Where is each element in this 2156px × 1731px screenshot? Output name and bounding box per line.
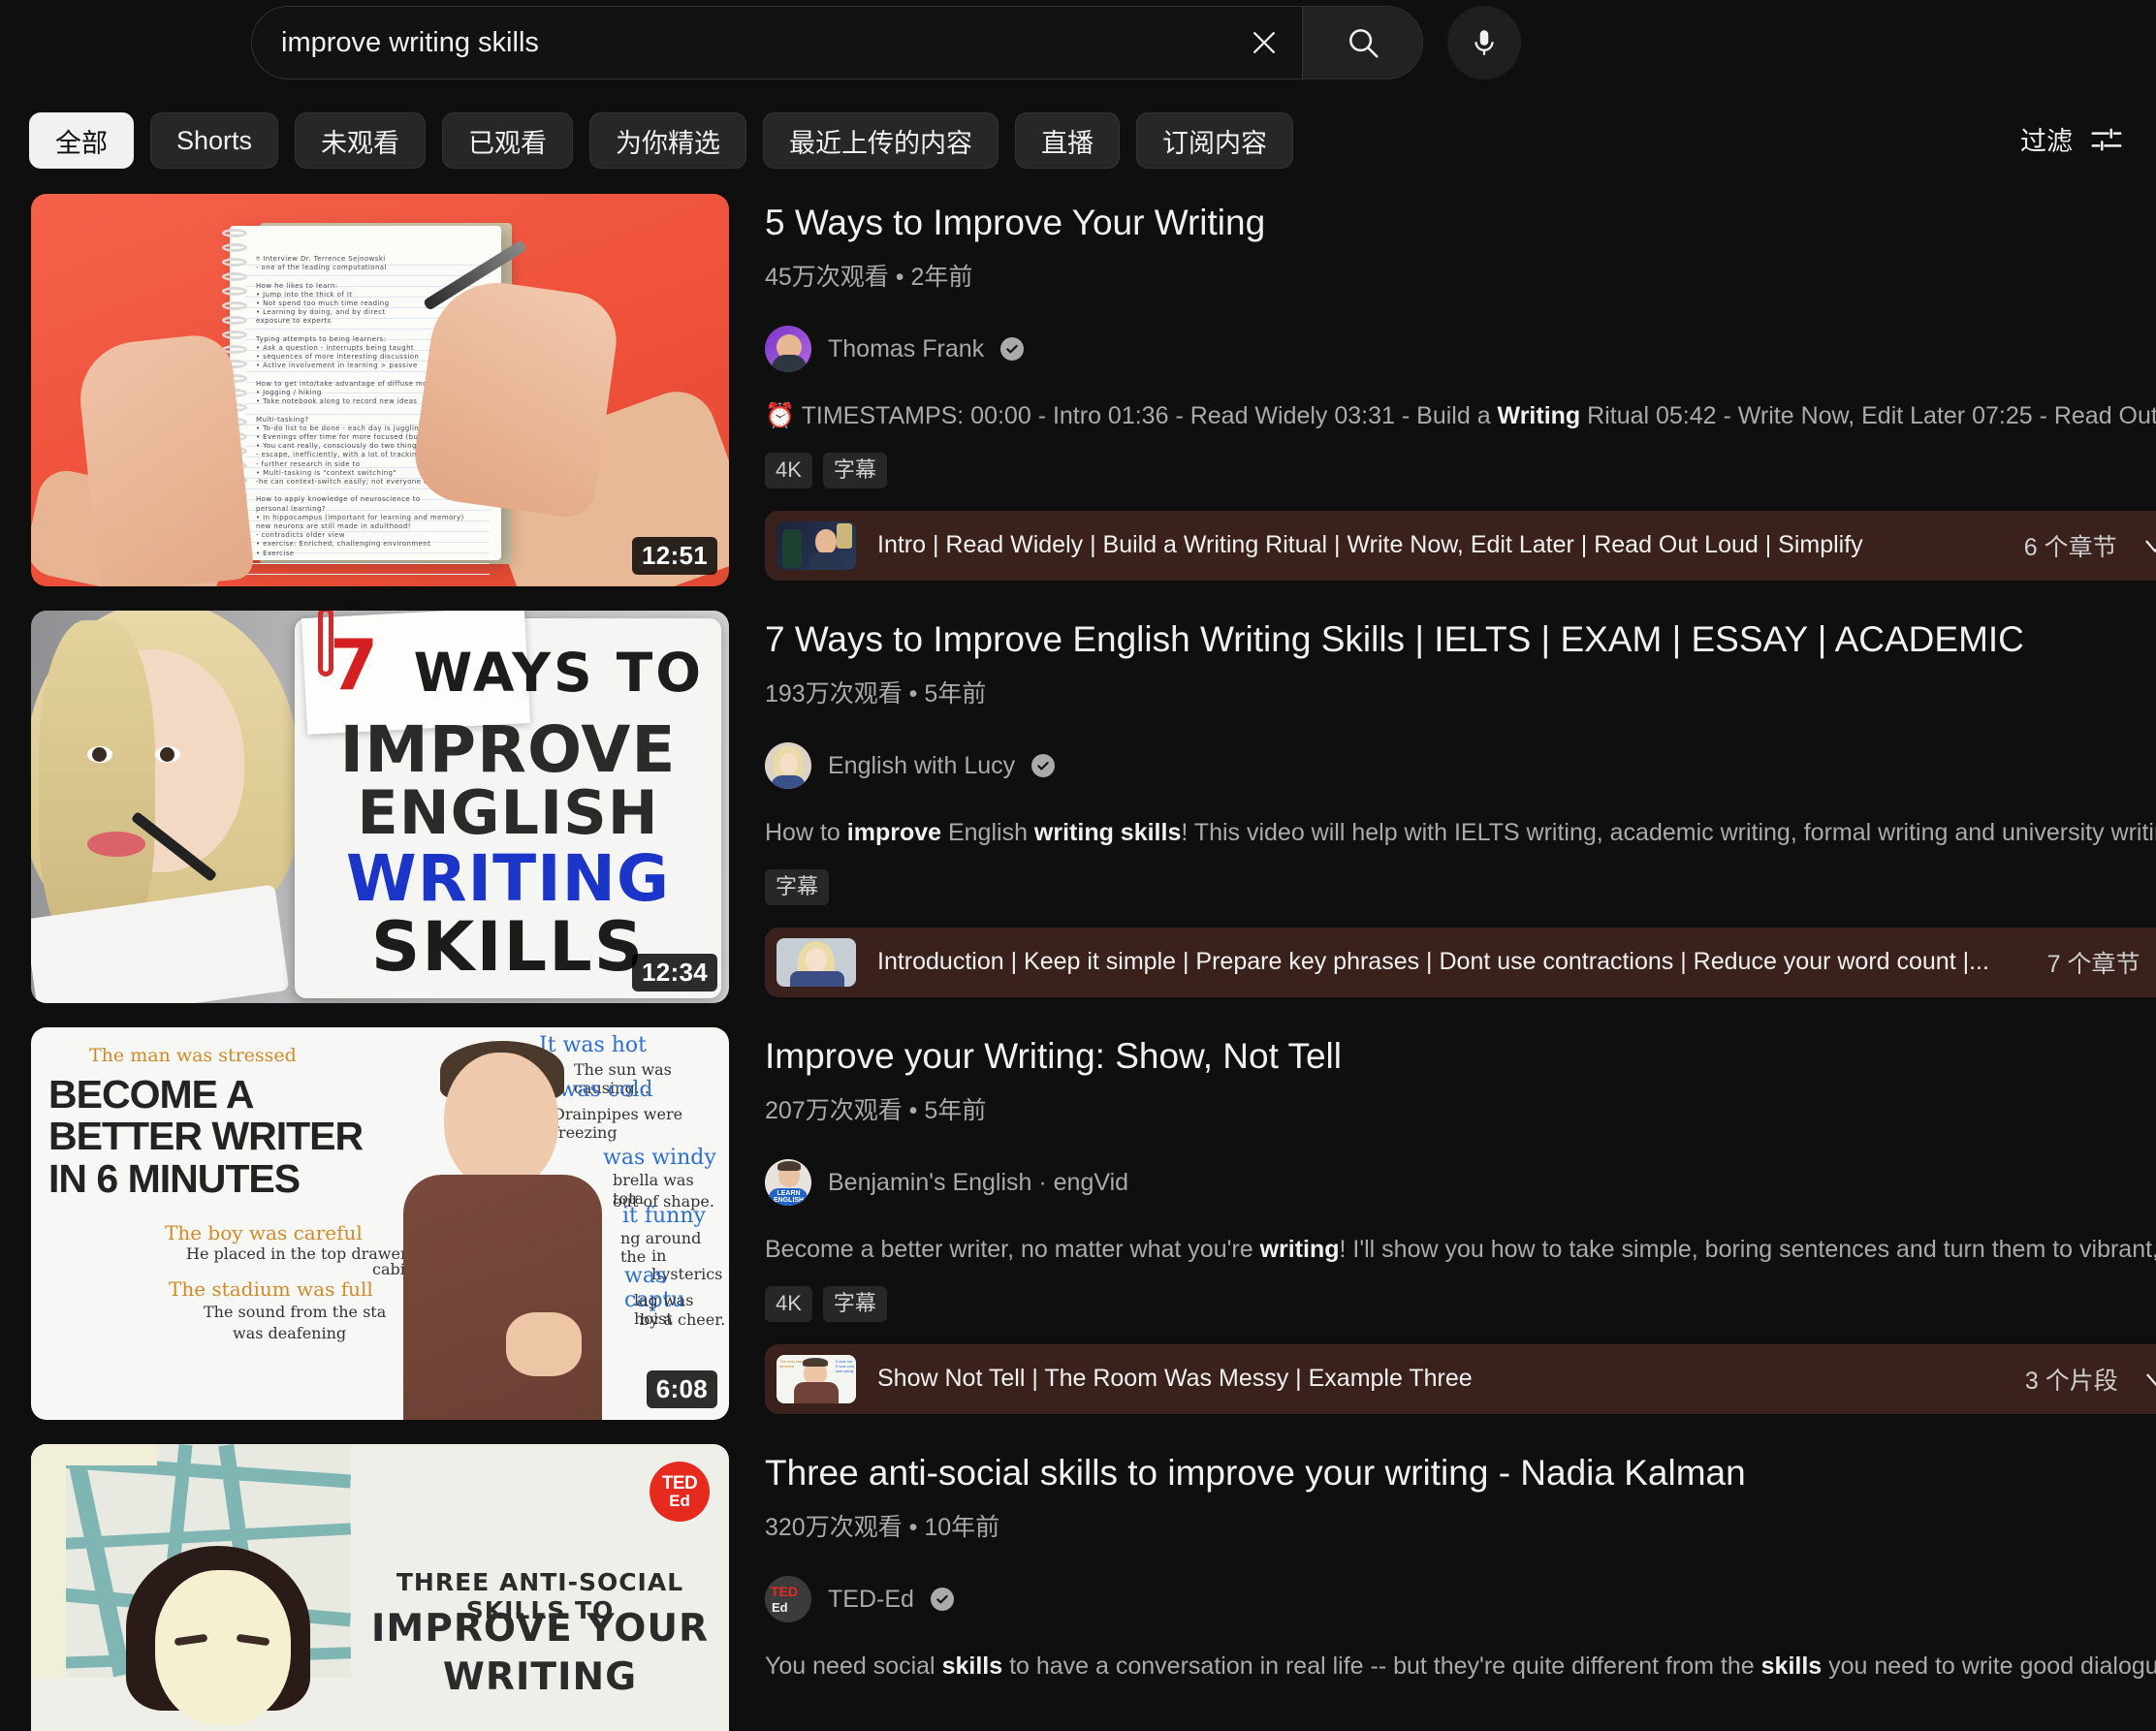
thumbnail-column: TED Ed THREE ANTI-SOCIAL SKILLS TO IMPROVE … [31,1444,729,1731]
chapters-list: Introduction | Keep it simple | Prepare … [877,948,1989,976]
channel-name[interactable]: Benjamin's English · engVid [828,1169,1128,1197]
video-info-column: Improve your Writing: Show, Not Tell 207万… [729,1027,2156,1420]
verified-badge-icon [930,1588,954,1612]
chapters-bar[interactable]: The man was stressed It was hot It was cold… [765,1343,2156,1414]
ted-ed-logo-icon: TED Ed [650,1462,710,1522]
microphone-icon [1474,30,1494,55]
video-metadata: 320万次观看 • 10年前 [765,1514,1000,1542]
chapters-count: 6 个章节 [2023,533,2117,561]
channel-name[interactable]: English with Lucy [828,752,1015,780]
channel-row[interactable]: LEARN ENGLISH Benjamin's English · engVid [765,1159,2156,1207]
chapters-count: 3 个片段 [2024,1367,2118,1395]
video-thumbnail[interactable]: TED Ed THREE ANTI-SOCIAL SKILLS TO IMPROVE … [31,1444,729,1731]
video-info-column: 7 Ways to Improve English Writing Skills… [729,611,2156,1003]
filter-chip-5[interactable]: 最近上传的内容 [763,112,999,169]
channel-avatar[interactable] [765,326,811,373]
clear-search-button[interactable] [1226,7,1302,79]
channel-name[interactable]: Thomas Frank [828,335,984,363]
video-metadata: 193万次观看 • 5年前 [765,680,987,708]
chips-container: 全部 Shorts 未观看 已观看 为你精选 最近上传的内容 直播 订阅内容 [0,112,2156,169]
video-duration: 6:08 [646,1370,717,1408]
channel-name[interactable]: TED-Ed [828,1586,914,1614]
filter-chip-1[interactable]: Shorts [150,112,279,169]
filter-chips-row: 全部 Shorts 未观看 已观看 为你精选 最近上传的内容 直播 订阅内容 过滤 [0,112,2156,178]
thumbnail-column: ⌾ Interview Dr. Terrence Sejnowski - one … [31,194,729,586]
chapters-count: 7 个章节 [2046,950,2140,978]
video-badge: 4K [765,453,812,488]
video-metadata: 207万次观看 • 5年前 [765,1097,987,1125]
thumbnail-art: 7 WAYS TO IMPROVE ENGLISH WRITING SKILLS [31,611,729,1003]
video-thumbnail[interactable]: The man was stressed It was hot The sun wa… [31,1027,729,1420]
search-results-list: ⌾ Interview Dr. Terrence Sejnowski - one … [0,194,2156,1731]
video-metadata: 45万次观看 • 2年前 [765,264,973,292]
thumbnail-column: 7 WAYS TO IMPROVE ENGLISH WRITING SKILLS 12:34 [31,611,729,1003]
chevron-down-icon[interactable] [2139,529,2156,562]
tune-icon [2091,127,2122,151]
video-badge: 字幕 [765,869,830,905]
search-result-item: 7 WAYS TO IMPROVE ENGLISH WRITING SKILLS 12:34… [0,611,2156,1003]
video-thumbnail[interactable]: 7 WAYS TO IMPROVE ENGLISH WRITING SKILLS 12:34 [31,611,729,1003]
chapters-list: Intro | Read Widely | Build a Writing Ri… [877,531,1863,559]
search-result-item: ⌾ Interview Dr. Terrence Sejnowski - one … [0,194,2156,586]
search-result-item: The man was stressed It was hot The sun wa… [0,1027,2156,1420]
channel-avatar[interactable]: TED Ed [765,1576,811,1623]
thumbnail-art: The man was stressed It was hot The sun wa… [31,1027,729,1420]
filter-chip-2[interactable]: 未观看 [295,112,427,169]
filter-chip-7[interactable]: 订阅内容 [1136,112,1294,169]
video-info-column: Three anti-social skills to improve your… [729,1444,2156,1731]
chapter-thumbnail [777,937,856,987]
video-title[interactable]: 5 Ways to Improve Your Writing [765,200,2156,245]
search-bar-row [0,0,2156,85]
channel-avatar[interactable]: LEARN ENGLISH [765,1159,811,1207]
thumbnail-art: ⌾ Interview Dr. Terrence Sejnowski - one … [31,194,729,586]
video-title[interactable]: Three anti-social skills to improve your… [765,1450,2156,1495]
search-box[interactable] [251,6,1423,79]
channel-avatar[interactable] [765,742,811,790]
filter-label: 过滤 [2020,127,2073,156]
video-badge: 4K [765,1286,812,1322]
channel-row[interactable]: English with Lucy [765,742,2156,790]
filter-button[interactable]: 过滤 [2020,120,2125,158]
search-icon [1348,29,1379,58]
filter-chip-3[interactable]: 已观看 [442,112,574,169]
verified-badge-icon [1031,754,1056,778]
video-description: You need social skills to have a convers… [765,1652,2156,1681]
video-description: ⏰ TIMESTAMPS: 00:00 - Intro 01:36 - Read… [765,402,2156,430]
channel-row[interactable]: Thomas Frank [765,326,2156,373]
video-badge: 字幕 [822,1286,887,1322]
chapters-bar[interactable]: Introduction | Keep it simple | Prepare … [765,927,2156,997]
thumbnail-art: TED Ed THREE ANTI-SOCIAL SKILLS TO IMPROVE … [31,1444,729,1731]
video-badges: 4K 字幕 [765,453,2156,488]
video-duration: 12:34 [632,954,717,991]
search-result-item: TED Ed THREE ANTI-SOCIAL SKILLS TO IMPROVE … [0,1444,2156,1731]
filter-chip-0[interactable]: 全部 [29,112,134,169]
chapter-thumbnail [777,520,856,570]
chapter-thumbnail: The man was stressed It was hot It was cold… [777,1354,856,1403]
chapters-list: Show Not Tell | The Room Was Messy | Exa… [877,1365,1473,1393]
filter-chip-4[interactable]: 为你精选 [589,112,747,169]
video-badges: 4K 字幕 [765,1286,2156,1322]
video-description: How to improve English writing skills! T… [765,819,2156,847]
video-badge: 字幕 [822,453,887,488]
voice-search-button[interactable] [1447,6,1521,79]
chapters-bar[interactable]: Intro | Read Widely | Build a Writing Ri… [765,510,2156,581]
verified-badge-icon [1000,337,1025,362]
channel-row[interactable]: TED Ed TED-Ed [765,1576,2156,1623]
thumbnail-column: The man was stressed It was hot The sun wa… [31,1027,729,1420]
search-input[interactable] [281,7,1226,79]
filter-chip-6[interactable]: 直播 [1015,112,1121,169]
video-info-column: 5 Ways to Improve Your Writing 45万次观看 • 2… [729,194,2156,586]
search-input-area[interactable] [252,7,1226,79]
video-duration: 12:51 [632,537,717,575]
video-title[interactable]: Improve your Writing: Show, Not Tell [765,1033,2156,1079]
video-description: Become a better writer, no matter what y… [765,1236,2156,1264]
clock-icon: ⏰ [765,402,796,430]
close-icon [1252,31,1276,54]
chevron-down-icon[interactable] [2140,1363,2156,1396]
video-title[interactable]: 7 Ways to Improve English Writing Skills… [765,616,2156,662]
video-badges: 字幕 [765,869,2156,905]
video-thumbnail[interactable]: ⌾ Interview Dr. Terrence Sejnowski - one … [31,194,729,586]
search-submit-button[interactable] [1302,7,1422,79]
